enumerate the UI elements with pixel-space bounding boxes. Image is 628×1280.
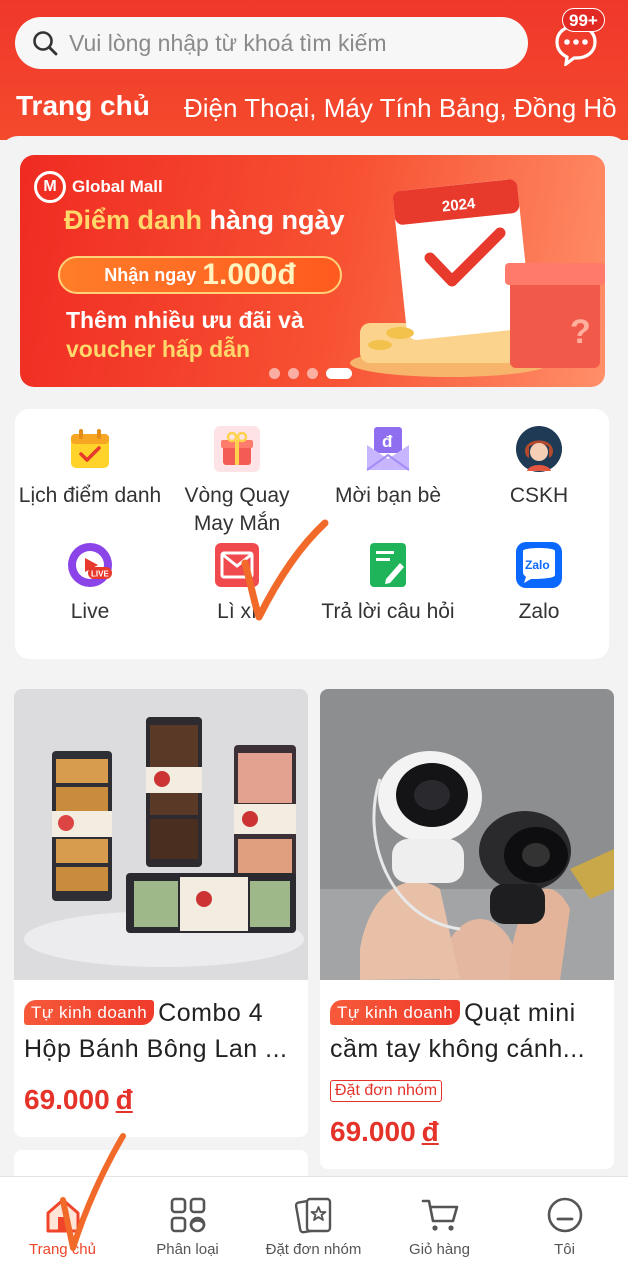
self-business-tag: Tự kinh doanh [24,1000,155,1025]
quick-item-lixi[interactable]: Lì xì [162,541,312,626]
mini-fan-product-image [320,689,614,980]
product-title-line2: Hộp Bánh Bông Lan ... [24,1035,288,1063]
category-tab-phones[interactable]: Điện Thoại, Máy Tính Bảng, Đồng Hồ [184,93,617,124]
product-title: Tự kinh doanh Quạt mini cầm tay không cán… [330,995,606,1067]
product-card[interactable]: Tự kinh doanh Combo 4 Hộp Bánh Bông Lan .… [14,689,308,1137]
sponge-cake-product-image [14,689,308,980]
product-title: Tự kinh doanh Combo 4 Hộp Bánh Bông Lan .… [24,995,300,1067]
product-price: 69.000 đ [330,1116,439,1148]
banner-pagination [269,368,352,379]
quick-item-label: Trả lời câu hỏi [321,600,455,623]
banner-title-rest: hàng ngày [202,205,345,235]
quick-item-checkin[interactable]: Lịch điểm danh [15,425,165,510]
product-price: 69.000 đ [24,1084,133,1116]
search-bar[interactable]: Vui lòng nhập từ khoá tìm kiếm [15,17,528,69]
live-icon: LIVE [68,543,112,587]
red-envelope-icon [215,543,259,587]
banner-dot-active[interactable] [326,368,352,379]
product-price-currency: đ [115,1084,133,1115]
promo-banner[interactable]: M Global Mall Điểm danh hàng ngày Nhận n… [20,155,605,387]
quick-item-lucky-wheel[interactable]: Vòng Quay May Mắn [162,425,312,538]
quick-item-live[interactable]: LIVE Live [15,541,165,626]
search-placeholder: Vui lòng nhập từ khoá tìm kiếm [69,29,387,56]
nav-group-order[interactable]: Đặt đơn nhóm [251,1195,376,1258]
calendar-gift-illustration-icon: 2024 ? [350,179,605,377]
nav-label: Tôi [554,1241,575,1258]
quick-item-label: Live [70,600,110,623]
cart-icon [421,1199,458,1231]
chat-unread-badge: 99+ [562,8,605,32]
nav-home[interactable]: Trang chủ [0,1195,125,1258]
gift-box-icon [214,426,260,472]
banner-dot[interactable] [269,368,280,379]
invite-envelope-icon: đ [366,427,410,471]
banner-title-highlight: Điểm danh [64,205,203,235]
search-icon [33,31,58,56]
home-icon [46,1198,79,1233]
banner-dot[interactable] [288,368,299,379]
quick-item-label: Lì xì [217,600,257,623]
nav-profile[interactable]: Tôi [502,1195,627,1258]
quick-item-label: Vòng Quay May Mắn [184,484,290,535]
svg-text:Zalo: Zalo [525,558,550,572]
support-agent-icon [516,426,562,472]
quick-item-label: Zalo [518,600,560,623]
quick-menu: Lịch điểm danh Vòng Quay May Mắn đ Mời b… [15,409,609,659]
group-order-icon [294,1197,331,1234]
quiz-icon [370,543,406,587]
svg-text:?: ? [570,313,591,351]
quick-item-zalo[interactable]: Zalo Zalo [464,541,614,626]
global-mall-logo-icon: M [34,171,66,203]
banner-brand-text: Global Mall [72,177,163,196]
quick-item-label: CSKH [509,484,569,507]
nav-label: Trang chủ [29,1241,96,1258]
banner-pill-label: Nhận ngay [104,264,197,285]
product-price-value: 69.000 [330,1116,416,1147]
svg-text:đ: đ [382,432,393,451]
banner-subtitle-2: voucher hấp dẫn [66,336,251,362]
nav-category[interactable]: Phân loại [125,1195,250,1258]
banner-brand: M Global Mall [34,171,163,203]
banner-year: 2024 [441,195,477,215]
calendar-check-icon [71,429,109,468]
self-business-tag: Tự kinh doanh [330,1000,461,1025]
banner-pill-amount: 1.000đ [202,258,296,291]
bottom-navigation: Trang chủ Phân loại Đặt đơn nhóm Giỏ hàn… [0,1176,628,1280]
banner-dot[interactable] [307,368,318,379]
zalo-icon: Zalo [516,542,562,588]
svg-text:LIVE: LIVE [91,570,109,579]
category-grid-icon [170,1197,205,1233]
quick-item-support[interactable]: CSKH [464,425,614,510]
category-tab-home[interactable]: Trang chủ [16,90,150,122]
profile-icon [547,1197,582,1233]
product-title-line2: cầm tay không cánh... [330,1035,586,1063]
banner-title: Điểm danh hàng ngày [64,205,345,236]
quick-item-label: Lịch điểm danh [18,484,162,507]
quick-item-quiz[interactable]: Trả lời câu hỏi [313,541,463,626]
top-header: Vui lòng nhập từ khoá tìm kiếm 99+ Trang… [0,0,628,140]
product-price-currency: đ [421,1116,439,1147]
nav-label: Đặt đơn nhóm [265,1241,362,1258]
group-order-badge: Đặt đơn nhóm [330,1080,443,1102]
product-price-value: 69.000 [24,1084,110,1115]
product-title-line1: Combo 4 [158,999,264,1027]
nav-label: Phân loại [156,1241,219,1258]
quick-item-label: Mời bạn bè [335,484,441,507]
quick-item-invite[interactable]: đ Mời bạn bè [313,425,463,510]
product-title-line1: Quạt mini [464,999,576,1027]
banner-reward-pill: Nhận ngay 1.000đ [58,256,342,294]
product-card[interactable]: Tự kinh doanh Quạt mini cầm tay không cán… [320,689,614,1169]
nav-cart[interactable]: Giỏ hàng [377,1195,502,1258]
banner-subtitle-1: Thêm nhiều ưu đãi và [66,307,304,333]
nav-label: Giỏ hàng [409,1241,470,1258]
